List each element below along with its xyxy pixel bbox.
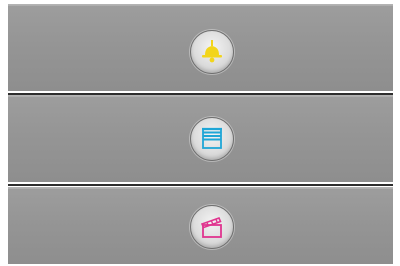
ceiling-lamp-icon [202,40,222,63]
window-blinds-icon [202,127,222,149]
panel-divider [8,184,393,186]
light-toggle-button[interactable] [190,30,234,74]
divider-notch [0,92,8,96]
scene-control-button[interactable] [190,205,234,249]
divider-notch [0,183,8,187]
clapperboard-icon [200,216,222,238]
blinds-control-button[interactable] [190,117,234,161]
